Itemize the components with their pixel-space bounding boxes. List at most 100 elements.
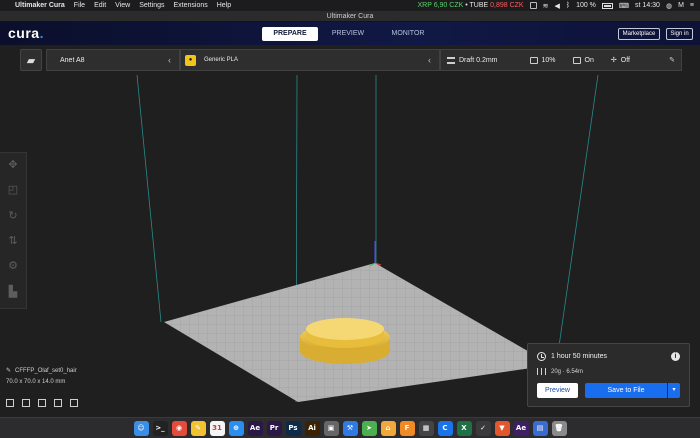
material-selector[interactable]: ● Generic PLA ‹	[180, 49, 440, 71]
adhesion-icon: ✢	[610, 57, 617, 64]
pencil-icon: ✎	[6, 368, 12, 374]
view-top-icon[interactable]	[38, 399, 46, 407]
maps-icon[interactable]: ➤	[361, 420, 377, 436]
logo-dot: .	[39, 25, 44, 41]
notes-icon[interactable]: ✎	[190, 420, 206, 436]
crypto-ticker[interactable]: XRP 6,90 CZK • TUBE 0,898 CZK	[417, 2, 523, 9]
support-icon	[572, 56, 581, 64]
adhesion-item: ✢ Off	[610, 56, 630, 65]
extruder-badge-icon: ●	[185, 54, 196, 66]
support-blocker-icon[interactable]: ▙	[5, 284, 21, 300]
keyboard-icon[interactable]: ⌨	[619, 2, 629, 10]
menu-file[interactable]: File	[74, 2, 85, 9]
fontforge-icon[interactable]: F	[399, 420, 415, 436]
infill-item: 10%	[529, 56, 556, 64]
tab-prepare[interactable]: PREPARE	[262, 27, 318, 41]
view-3d-icon[interactable]	[6, 399, 14, 407]
tool-panel: ✥ ◰ ↻ ⇅ ⚙ ▙	[0, 152, 27, 309]
mirror-tool-icon[interactable]: ⇅	[5, 233, 21, 249]
object-dimensions: 70.0 x 70.0 x 14.0 mm	[6, 379, 66, 385]
print-time-row: 1 hour 50 minutes i	[537, 352, 680, 361]
terminal-icon[interactable]: >_	[152, 420, 168, 436]
cura-icon[interactable]: C	[437, 420, 453, 436]
ticker-tube-label: TUBE	[469, 2, 489, 9]
downloads-icon[interactable]: ▤	[532, 420, 548, 436]
tab-monitor[interactable]: MONITOR	[378, 27, 438, 41]
print-settings-selector[interactable]: Draft 0.2mm 10% On ✢ Off ✎	[440, 49, 682, 71]
clock[interactable]: st 14:30	[635, 2, 660, 9]
bluetooth-icon[interactable]: ᛒ	[566, 2, 570, 9]
app-icon[interactable]: ▦	[418, 420, 434, 436]
spool-icon	[537, 368, 546, 375]
notification-icon[interactable]: ≡	[690, 2, 694, 9]
support-value: On	[584, 56, 594, 64]
printer-selector[interactable]: Anet A8 ‹	[46, 49, 180, 71]
open-file-button[interactable]: ▰	[20, 49, 42, 71]
tab-preview[interactable]: PREVIEW	[322, 27, 374, 41]
model-object[interactable]	[300, 318, 390, 364]
premiere-icon[interactable]: Pr	[266, 420, 282, 436]
brave-icon[interactable]: ▼	[494, 420, 510, 436]
menubar: Ultimaker Cura File Edit View Settings E…	[0, 0, 700, 11]
menu-app-name[interactable]: Ultimaker Cura	[15, 2, 65, 9]
view-right-icon[interactable]	[70, 399, 78, 407]
xcode-icon[interactable]: ⚒	[342, 420, 358, 436]
status-icon[interactable]	[529, 2, 537, 9]
volume-icon[interactable]: ◀	[554, 2, 559, 10]
preview-button[interactable]: Preview	[537, 383, 578, 398]
adhesion-value: Off	[620, 56, 630, 64]
object-name-row[interactable]: ✎ CFFFP_Olaf_set0_hair	[6, 367, 77, 375]
teams-icon[interactable]: ✓	[475, 420, 491, 436]
menu-help[interactable]: Help	[217, 2, 231, 9]
gmail-icon[interactable]: M	[678, 2, 684, 9]
marketplace-button[interactable]: Marketplace	[618, 28, 660, 40]
menu-edit[interactable]: Edit	[94, 2, 106, 9]
cura-logo: cura.	[8, 25, 44, 41]
print-time: 1 hour 50 minutes	[551, 353, 608, 360]
printer-name: Anet A8	[60, 56, 85, 64]
battery-percent[interactable]: 100 %	[576, 2, 596, 9]
excel-icon[interactable]: X	[456, 420, 472, 436]
chevron-left-icon: ‹	[428, 55, 431, 65]
material-usage: 20g · 6.54m	[551, 368, 584, 375]
after-effects-icon[interactable]: Ae	[247, 420, 263, 436]
menu-extensions[interactable]: Extensions	[173, 2, 207, 9]
chevron-down-icon[interactable]: ▾	[668, 383, 680, 398]
media-encoder-icon[interactable]: Ae	[513, 420, 529, 436]
trash-icon[interactable]: 🗑	[551, 420, 567, 436]
build-volume-edge	[136, 74, 162, 323]
save-to-file-button[interactable]: Save to File	[585, 383, 667, 398]
profile-name: Draft 0.2mm	[459, 56, 498, 64]
camera-icon[interactable]: ▣	[323, 420, 339, 436]
logo-text: cura	[8, 25, 40, 41]
user-icon[interactable]: ◍	[666, 2, 672, 10]
infill-icon	[529, 56, 538, 64]
move-tool-icon[interactable]: ✥	[5, 157, 21, 173]
dock: ☺ >_ ◉ ✎ 31 ⊕ Ae Pr Ps Ai ▣ ⚒ ➤ ⌂ F ▦ C X ✓ ▼ Ae ▤ 🗑	[0, 417, 700, 438]
ticker-xrp: XRP 6,90 CZK	[417, 2, 464, 9]
per-model-settings-icon[interactable]: ⚙	[5, 258, 21, 274]
info-icon[interactable]: i	[671, 352, 680, 361]
material-name: Generic PLA	[204, 57, 239, 63]
rotate-tool-icon[interactable]: ↻	[5, 208, 21, 224]
safari-icon[interactable]: ⊕	[228, 420, 244, 436]
object-info: ✎ CFFFP_Olaf_set0_hair 70.0 x 70.0 x 14.…	[6, 367, 77, 386]
home-icon[interactable]: ⌂	[380, 420, 396, 436]
menu-settings[interactable]: Settings	[139, 2, 164, 9]
photoshop-icon[interactable]: Ps	[285, 420, 301, 436]
sign-in-button[interactable]: Sign in	[666, 28, 693, 40]
view-left-icon[interactable]	[54, 399, 62, 407]
finder-icon[interactable]: ☺	[133, 420, 149, 436]
battery-icon[interactable]	[601, 2, 613, 9]
clock-icon	[537, 352, 546, 361]
illustrator-icon[interactable]: Ai	[304, 420, 320, 436]
view-front-icon[interactable]	[22, 399, 30, 407]
calendar-icon[interactable]: 31	[209, 420, 225, 436]
scale-tool-icon[interactable]: ◰	[5, 182, 21, 198]
profile-item: Draft 0.2mm	[447, 56, 498, 64]
wifi-icon[interactable]: ≋	[543, 2, 549, 10]
print-action-panel: 1 hour 50 minutes i 20g · 6.54m Preview …	[527, 343, 690, 407]
menu-view[interactable]: View	[115, 2, 130, 9]
support-item: On	[572, 56, 594, 64]
chrome-icon[interactable]: ◉	[171, 420, 187, 436]
